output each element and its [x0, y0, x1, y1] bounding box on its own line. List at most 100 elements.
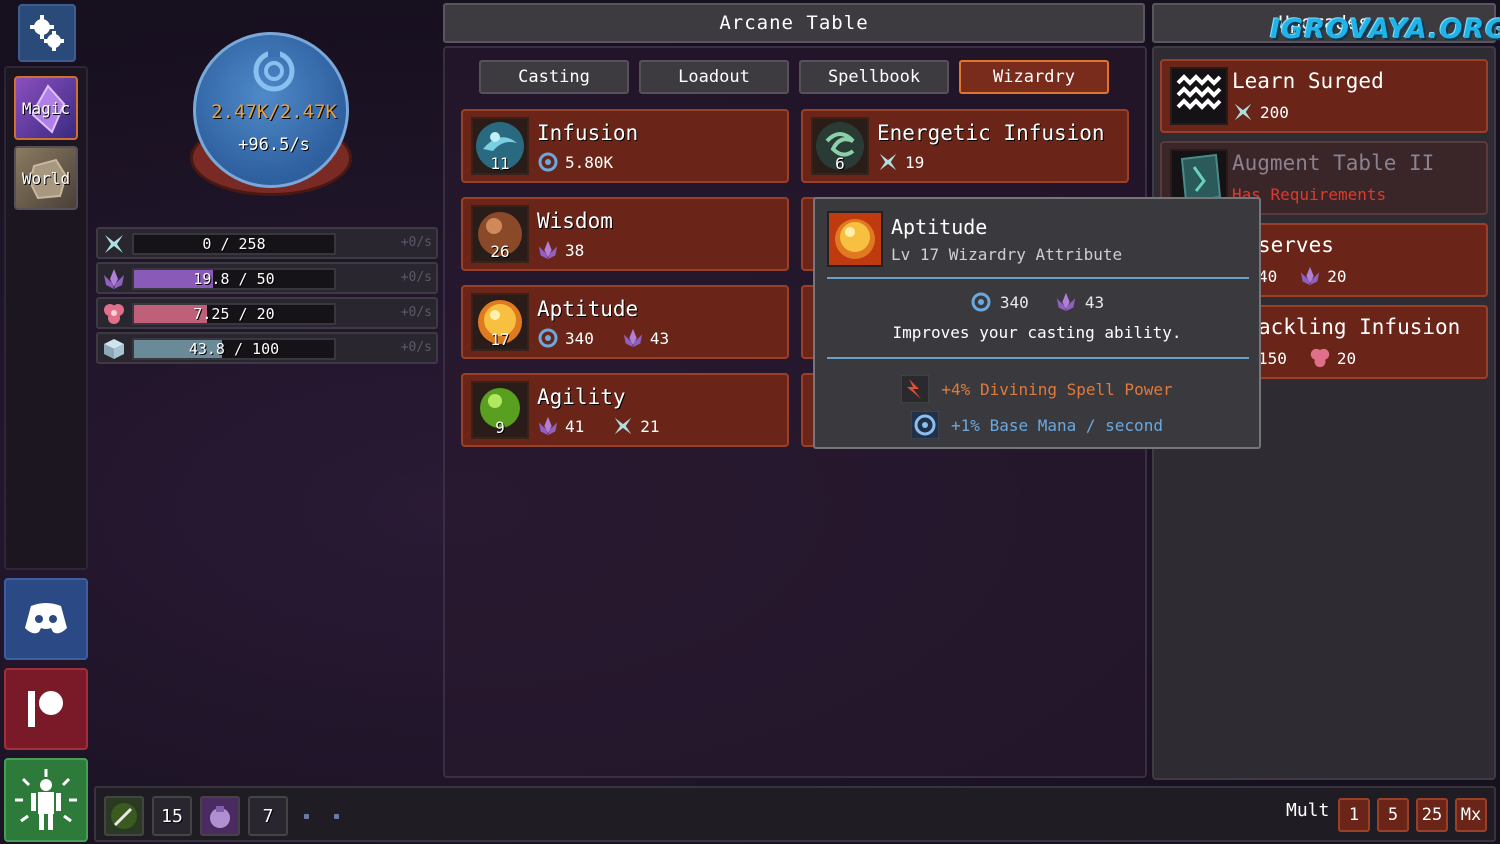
slot-count: 15: [161, 805, 183, 827]
lotus-icon: [538, 416, 558, 436]
resource-row-lightning: 0 / 258 +0/s: [96, 227, 438, 259]
tab-spellbook[interactable]: Spellbook: [799, 60, 949, 94]
upgrade-name: Augment Table II: [1232, 151, 1435, 175]
attribute-card-infusion[interactable]: 11 Infusion 5.80K: [461, 109, 789, 183]
attribute-card-energetic-infusion[interactable]: 6 Energetic Infusion 19: [801, 109, 1129, 183]
patreon-button[interactable]: [4, 668, 88, 750]
mult-option-25[interactable]: 25: [1416, 798, 1448, 832]
resource-bar: 0 / 258: [132, 233, 336, 255]
tab-wizardry[interactable]: Wizardry: [959, 60, 1109, 94]
card-name: Infusion: [537, 121, 639, 145]
mana-swirl-icon: [253, 49, 295, 92]
lotus-icon: [104, 269, 124, 289]
card-cost: 19: [877, 151, 924, 173]
upgrade-name: Learn Surged: [1232, 69, 1384, 93]
card-name: Agility: [537, 385, 626, 409]
upgrade-learn-surged[interactable]: Learn Surged 200: [1160, 59, 1488, 133]
attribute-card-agility[interactable]: 9 Agility 41 21: [461, 373, 789, 447]
card-level: 9: [495, 418, 505, 437]
energetic-infusion-image: 6: [811, 117, 869, 175]
tooltip-divider: [827, 277, 1249, 279]
mult-option-max[interactable]: Mx: [1455, 798, 1487, 832]
aptitude-orb-image: 17: [471, 293, 529, 351]
mult-option-5[interactable]: 5: [1377, 798, 1409, 832]
resource-bar: 43.8 / 100: [132, 338, 336, 360]
card-level: 17: [490, 330, 510, 349]
resource-value: 0 / 258: [202, 235, 266, 253]
resource-value: 19.8 / 50: [193, 270, 275, 288]
tab-casting[interactable]: Casting: [479, 60, 629, 94]
tooltip-divider: [827, 357, 1249, 359]
card-level: 11: [490, 154, 510, 173]
card-name: Wisdom: [537, 209, 613, 233]
tooltip-cost: 340 43: [815, 291, 1259, 313]
lotus-icon: [538, 240, 558, 260]
page-dot[interactable]: [334, 814, 339, 819]
tooltip-bonus-divining: +4% Divining Spell Power: [815, 375, 1259, 403]
bonus-text: +1% Base Mana / second: [951, 415, 1163, 435]
quick-slot-3[interactable]: [200, 796, 240, 836]
resource-row-heart: 7.25 / 20 +0/s: [96, 297, 438, 329]
discord-button[interactable]: [4, 578, 88, 660]
mult-option-1[interactable]: 1: [1338, 798, 1370, 832]
settings-gear-button[interactable]: [18, 4, 76, 62]
lotus-icon: [623, 328, 643, 348]
divining-bolt-icon: [901, 375, 930, 403]
cube-icon: [104, 339, 124, 359]
mana-swirl-icon: [538, 328, 558, 348]
card-cost: 41 21: [537, 415, 660, 437]
card-cost: 5.80K: [537, 151, 613, 173]
upgrade-cost: 200: [1232, 101, 1289, 123]
mana-amount: 2.47K/2.47K: [211, 101, 337, 123]
heart-flower-icon: [1310, 348, 1330, 368]
watermark: IGROVAYA.ORG: [1270, 14, 1500, 45]
sidebar-panel: [4, 66, 88, 570]
upgrade-cost: 40 20: [1258, 265, 1347, 287]
cost-value: 21: [640, 416, 660, 436]
tab-loadout[interactable]: Loadout: [639, 60, 789, 94]
mana-orb: 2.47K/2.47K +96.5/s: [193, 32, 349, 188]
tooltip-bonus-mana: +1% Base Mana / second: [815, 411, 1259, 439]
quick-slot-4[interactable]: 7: [248, 796, 288, 836]
upgrade-image: [1170, 67, 1228, 125]
wave-icon: [1176, 74, 1222, 110]
card-name: Energetic Infusion: [877, 121, 1105, 145]
leaf-icon: [111, 803, 137, 829]
card-cost: 38: [537, 239, 584, 261]
tooltip-cost-lotus: 43: [1084, 292, 1105, 312]
bottom-bar: 15 7 Mult 1 5 25 Mx: [94, 786, 1496, 842]
tooltip-description: Improves your casting ability.: [892, 323, 1182, 342]
page-dot[interactable]: [304, 814, 309, 819]
cost-value: 5.80K: [565, 152, 614, 172]
patreon-icon: [28, 691, 63, 727]
resource-bar: 7.25 / 20: [132, 303, 336, 325]
mult-label: Mult: [1286, 800, 1330, 821]
wisdom-orb-image: 26: [471, 205, 529, 263]
heart-flower-icon: [104, 304, 124, 324]
quick-slot-2[interactable]: 15: [152, 796, 192, 836]
quick-slot-1[interactable]: [104, 796, 144, 836]
magic-label: Magic: [21, 98, 71, 118]
lightning-rune-icon: [1234, 103, 1252, 121]
mana-swirl-icon: [911, 411, 940, 439]
attribute-card-wisdom[interactable]: 26 Wisdom 38: [461, 197, 789, 271]
body-button[interactable]: [4, 758, 88, 842]
mana-swirl-icon: [971, 292, 991, 312]
attribute-card-aptitude[interactable]: 17 Aptitude 340 43: [461, 285, 789, 359]
resource-rate: +0/s: [400, 305, 432, 320]
card-level: 26: [490, 242, 510, 261]
infusion-orb-image: 11: [471, 117, 529, 175]
upgrade-name: ackling Infusion: [1258, 315, 1461, 339]
tooltip-title: Aptitude: [891, 215, 988, 239]
lotus-icon: [1301, 266, 1320, 286]
magic-tab-button[interactable]: Magic: [14, 76, 78, 140]
upgrade-cost: 150 20: [1258, 347, 1356, 369]
resource-rate: +0/s: [400, 340, 432, 355]
resource-value: 43.8 / 100: [188, 340, 280, 358]
bonus-text: +4% Divining Spell Power: [941, 379, 1173, 399]
cost-value: 20: [1336, 348, 1357, 368]
world-tab-button[interactable]: World: [14, 146, 78, 210]
cost-value: 20: [1327, 266, 1347, 286]
lightning-rune-icon: [615, 417, 632, 435]
world-label: World: [21, 168, 71, 188]
